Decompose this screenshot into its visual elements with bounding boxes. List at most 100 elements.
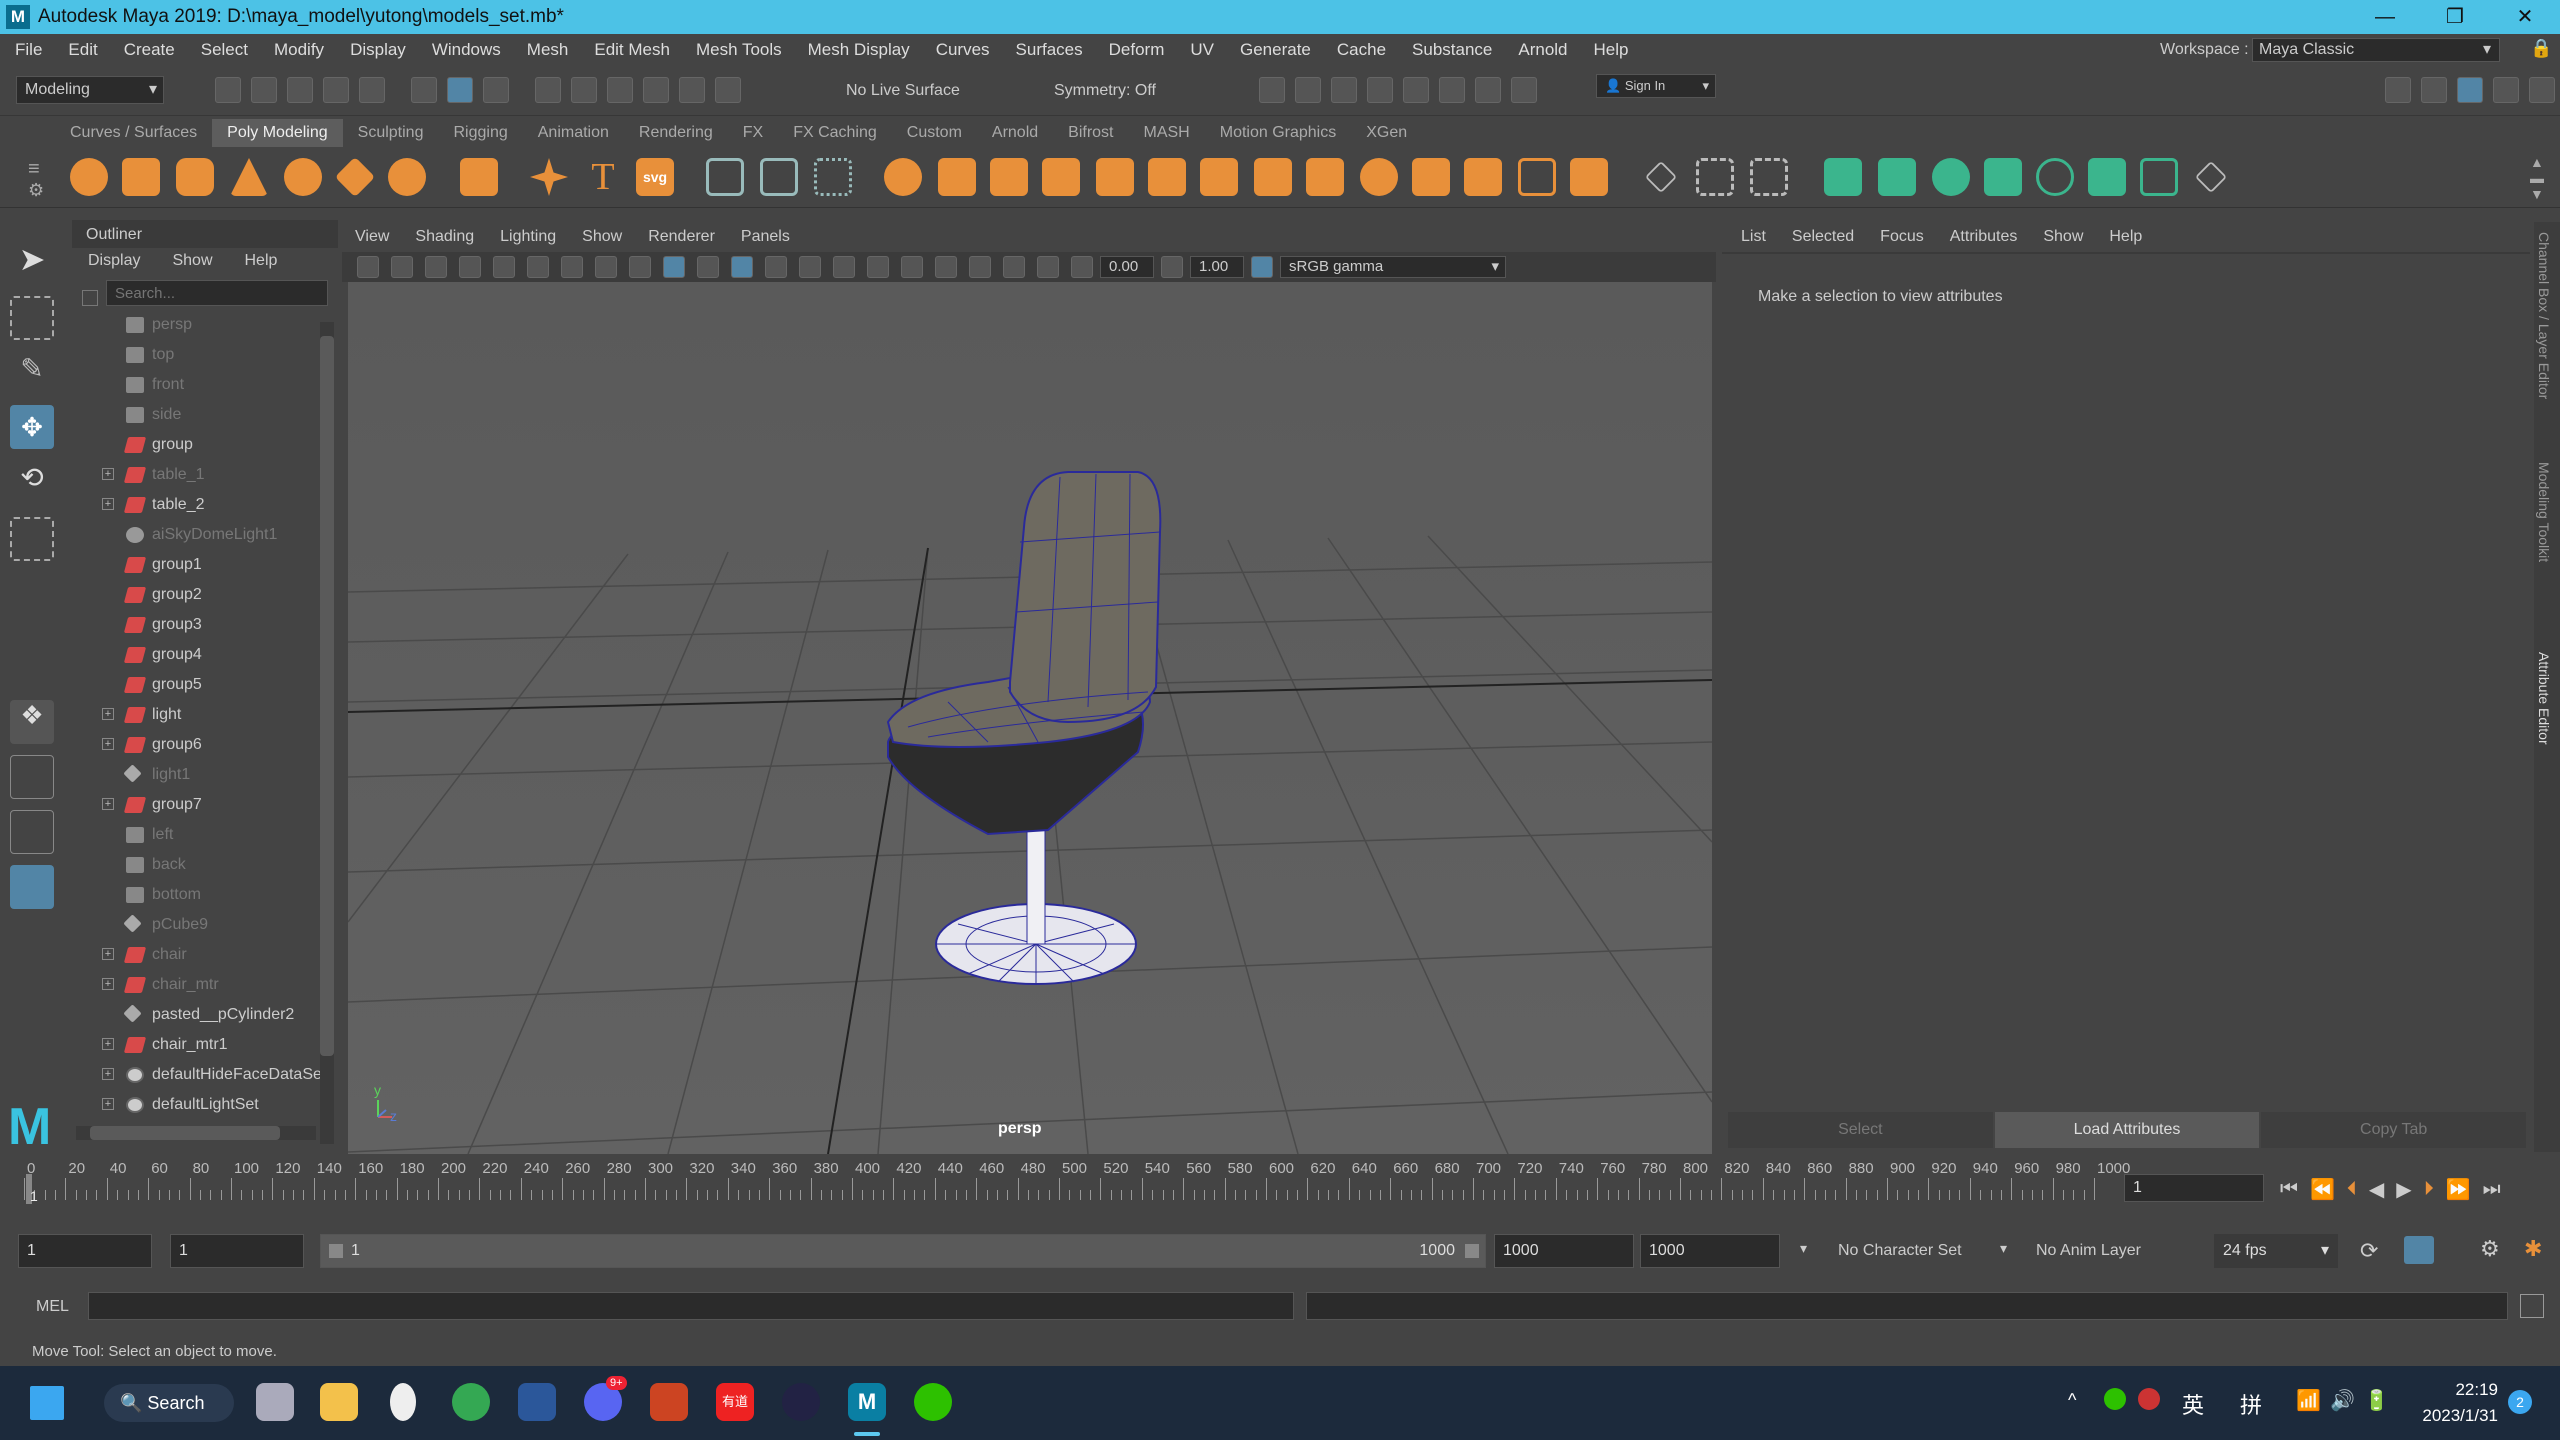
shelf-tab-fx[interactable]: FX (728, 119, 778, 147)
expand-icon[interactable]: + (102, 948, 114, 960)
outliner-search-input[interactable] (106, 280, 328, 306)
ime-language-label[interactable]: 英 (2182, 1388, 2204, 1420)
cut-uv-icon[interactable] (2194, 160, 2228, 194)
arnold-render-icon[interactable] (1439, 77, 1465, 103)
checker-icon[interactable] (2088, 158, 2126, 196)
menu-mesh-tools[interactable]: Mesh Tools (683, 40, 795, 60)
smooth-icon[interactable] (990, 158, 1028, 196)
menu-substance[interactable]: Substance (1399, 40, 1505, 60)
svg-tool-icon[interactable]: svg (636, 158, 674, 196)
character-set-icon[interactable]: ▾ (1800, 1240, 1807, 1257)
menu-mesh[interactable]: Mesh (514, 40, 582, 60)
lasso-tool-icon[interactable] (10, 296, 54, 340)
perspective-viewport[interactable]: y z persp (348, 282, 1712, 1154)
animation-end-field[interactable]: 1000 (1640, 1234, 1780, 1268)
viewport-menu-lighting[interactable]: Lighting (487, 222, 569, 252)
poly-cube-icon[interactable] (122, 158, 160, 196)
bridge-icon[interactable] (1200, 158, 1238, 196)
outliner-menu-help[interactable]: Help (229, 248, 294, 274)
outliner-menu-display[interactable]: Display (72, 248, 156, 274)
motion-blur-icon[interactable] (901, 256, 923, 278)
current-frame-field[interactable]: 1 (2124, 1174, 2264, 1202)
outliner-item[interactable]: bottom (72, 880, 338, 910)
menu-display[interactable]: Display (337, 40, 419, 60)
collapse-icon[interactable] (1570, 158, 1608, 196)
menu-cache[interactable]: Cache (1324, 40, 1399, 60)
film-gate-icon[interactable] (527, 256, 549, 278)
lock-icon[interactable]: 🔒 (2530, 38, 2552, 59)
autodesk-app-icon[interactable] (650, 1383, 688, 1421)
outliner-item[interactable]: group5 (72, 670, 338, 700)
outliner-item[interactable]: group (72, 430, 338, 460)
offset-edge-loop-icon[interactable] (1750, 158, 1788, 196)
shelf-tab-mash[interactable]: MASH (1129, 119, 1205, 147)
gamma-icon[interactable] (1161, 256, 1183, 278)
outliner-hscrollbar[interactable] (76, 1126, 316, 1140)
qq-icon[interactable] (390, 1383, 416, 1421)
arnold-settings-icon[interactable] (1475, 77, 1501, 103)
outliner-item[interactable]: front (72, 370, 338, 400)
expand-icon[interactable]: + (102, 978, 114, 990)
grid-icon[interactable] (493, 256, 515, 278)
image-plane-icon[interactable] (459, 256, 481, 278)
xray-icon[interactable] (1003, 256, 1025, 278)
outliner-item[interactable]: + chair_mtr (72, 970, 338, 1000)
load-attributes-button[interactable]: Load Attributes (1994, 1112, 2260, 1148)
insert-edge-loop-icon[interactable] (1696, 158, 1734, 196)
fill-hole-icon[interactable] (1306, 158, 1344, 196)
menu-help[interactable]: Help (1581, 40, 1642, 60)
platonic-solid-icon[interactable] (460, 158, 498, 196)
expand-icon[interactable]: + (102, 498, 114, 510)
outliner-item[interactable]: top (72, 340, 338, 370)
render-frame-icon[interactable] (1295, 77, 1321, 103)
outliner-item[interactable]: + group7 (72, 790, 338, 820)
outliner-scrollbar[interactable] (320, 322, 334, 1144)
steam-icon[interactable] (782, 1383, 820, 1421)
pause-icon[interactable] (1511, 77, 1537, 103)
merge-icon[interactable] (1464, 158, 1502, 196)
menu-set-dropdown[interactable]: Modeling ▾ (16, 76, 164, 104)
word-icon[interactable] (518, 1383, 556, 1421)
xray-joints-icon[interactable] (1037, 256, 1059, 278)
exposure-field[interactable]: 0.00 (1100, 256, 1154, 278)
poly-torus-icon[interactable] (284, 158, 322, 196)
expand-icon[interactable]: + (102, 1068, 114, 1080)
play-backwards-icon[interactable]: ◀ (2369, 1177, 2384, 1202)
attr-menu-help[interactable]: Help (2096, 222, 2155, 252)
attr-menu-list[interactable]: List (1728, 222, 1779, 252)
character-controls-anim-icon[interactable]: ✱ (2524, 1236, 2542, 1262)
separate-icon[interactable] (938, 158, 976, 196)
copy-tab-button[interactable]: Copy Tab (2261, 1112, 2527, 1148)
notification-badge[interactable]: 2 (2508, 1390, 2532, 1414)
outliner-item[interactable]: group4 (72, 640, 338, 670)
shelf-tab-animation[interactable]: Animation (523, 119, 624, 147)
symmetry-label[interactable]: Symmetry: Off (1054, 82, 1156, 100)
shelf-tab-sculpting[interactable]: Sculpting (343, 119, 439, 147)
ipr-render-icon[interactable] (1331, 77, 1357, 103)
paint-select-tool-icon[interactable]: ✎ (10, 352, 54, 396)
freeze-transforms-icon[interactable] (814, 158, 852, 196)
animation-start-field[interactable]: 1 (18, 1234, 152, 1268)
shelf-tab-custom[interactable]: Custom (892, 119, 977, 147)
snap-surface-icon[interactable] (679, 77, 705, 103)
outliner-item[interactable]: light1 (72, 760, 338, 790)
smooth-shade-icon[interactable] (663, 256, 685, 278)
menu-surfaces[interactable]: Surfaces (1003, 40, 1096, 60)
youdao-icon[interactable]: 有道 (716, 1383, 754, 1421)
wireframe-on-shaded-icon[interactable] (731, 256, 753, 278)
menu-edit-mesh[interactable]: Edit Mesh (581, 40, 683, 60)
workspace-dropdown[interactable]: Maya Classic ▾ (2252, 38, 2500, 62)
menu-edit[interactable]: Edit (55, 40, 110, 60)
bevel-edge-icon[interactable] (1360, 158, 1398, 196)
menu-deform[interactable]: Deform (1096, 40, 1178, 60)
bevel-icon[interactable] (1254, 158, 1292, 196)
shelf-tab-bifrost[interactable]: Bifrost (1053, 119, 1128, 147)
extrude-icon[interactable] (1148, 158, 1186, 196)
attr-menu-attributes[interactable]: Attributes (1937, 222, 2031, 252)
menu-curves[interactable]: Curves (923, 40, 1003, 60)
expand-icon[interactable]: + (102, 1038, 114, 1050)
step-forward-key-icon[interactable]: ⏩ (2446, 1177, 2471, 1202)
snap-grid-icon[interactable] (535, 77, 561, 103)
scale-tool-icon[interactable] (10, 517, 54, 561)
open-scene-icon[interactable] (251, 77, 277, 103)
